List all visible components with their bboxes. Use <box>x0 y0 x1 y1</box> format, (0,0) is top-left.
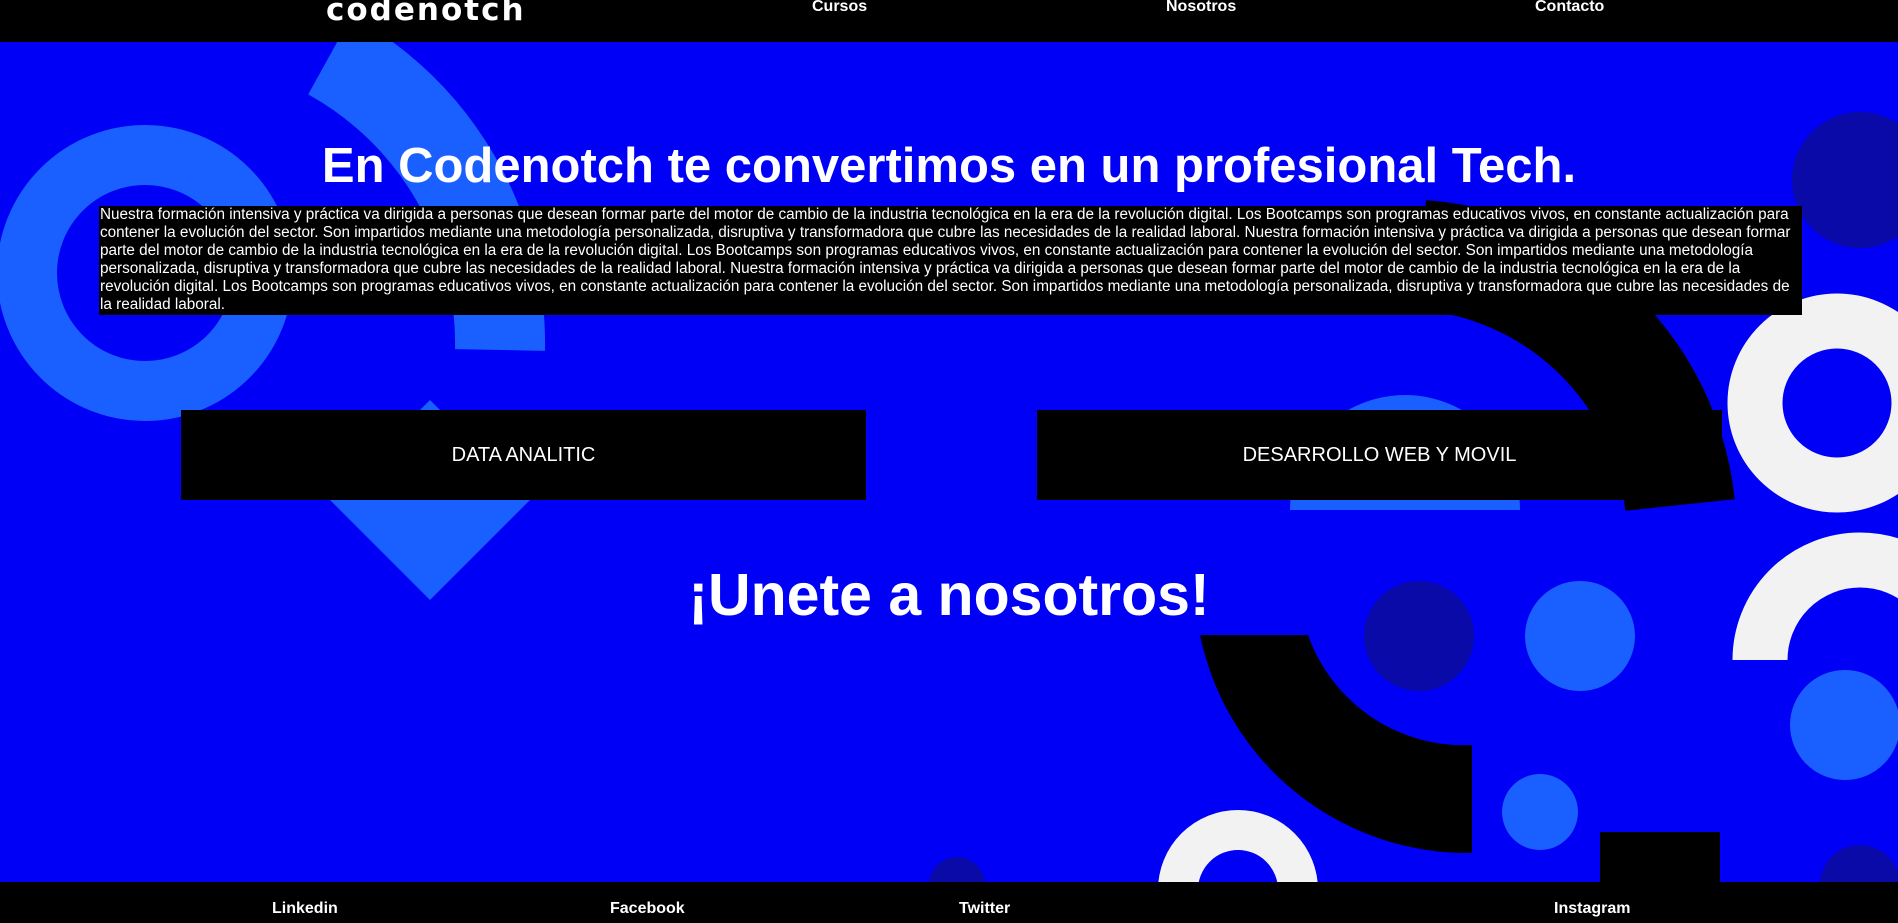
join-heading: ¡Unete a nosotros! <box>688 562 1210 628</box>
footer: Linkedin Facebook Twitter Instagram <box>0 882 1898 923</box>
bg-dot-lightblue-3 <box>1502 774 1578 850</box>
bg-ring-white-1 <box>1727 293 1898 513</box>
top-navbar: codenotch Cursos Nosotros Contacto <box>0 0 1898 42</box>
hero-description: Nuestra formación intensiva y práctica v… <box>99 206 1802 315</box>
bg-dot-lightblue-2 <box>1790 670 1898 780</box>
footer-twitter-link[interactable]: Twitter <box>959 900 1010 918</box>
nav-contacto[interactable]: Contacto <box>1535 0 1604 16</box>
footer-instagram-link[interactable]: Instagram <box>1554 900 1630 918</box>
nav-nosotros[interactable]: Nosotros <box>1166 0 1236 16</box>
course-desarrollo-web-button[interactable]: DESARROLLO WEB Y MOVIL <box>1037 410 1722 500</box>
course-data-analitic-button[interactable]: DATA ANALITIC <box>181 410 866 500</box>
bg-ring-white-3 <box>1158 810 1318 891</box>
footer-linkedin-link[interactable]: Linkedin <box>272 900 338 918</box>
logo[interactable]: codenotch <box>326 0 526 28</box>
nav-cursos[interactable]: Cursos <box>812 0 867 16</box>
hero-title: En Codenotch te convertimos en un profes… <box>321 139 1577 193</box>
footer-facebook-link[interactable]: Facebook <box>610 900 685 918</box>
